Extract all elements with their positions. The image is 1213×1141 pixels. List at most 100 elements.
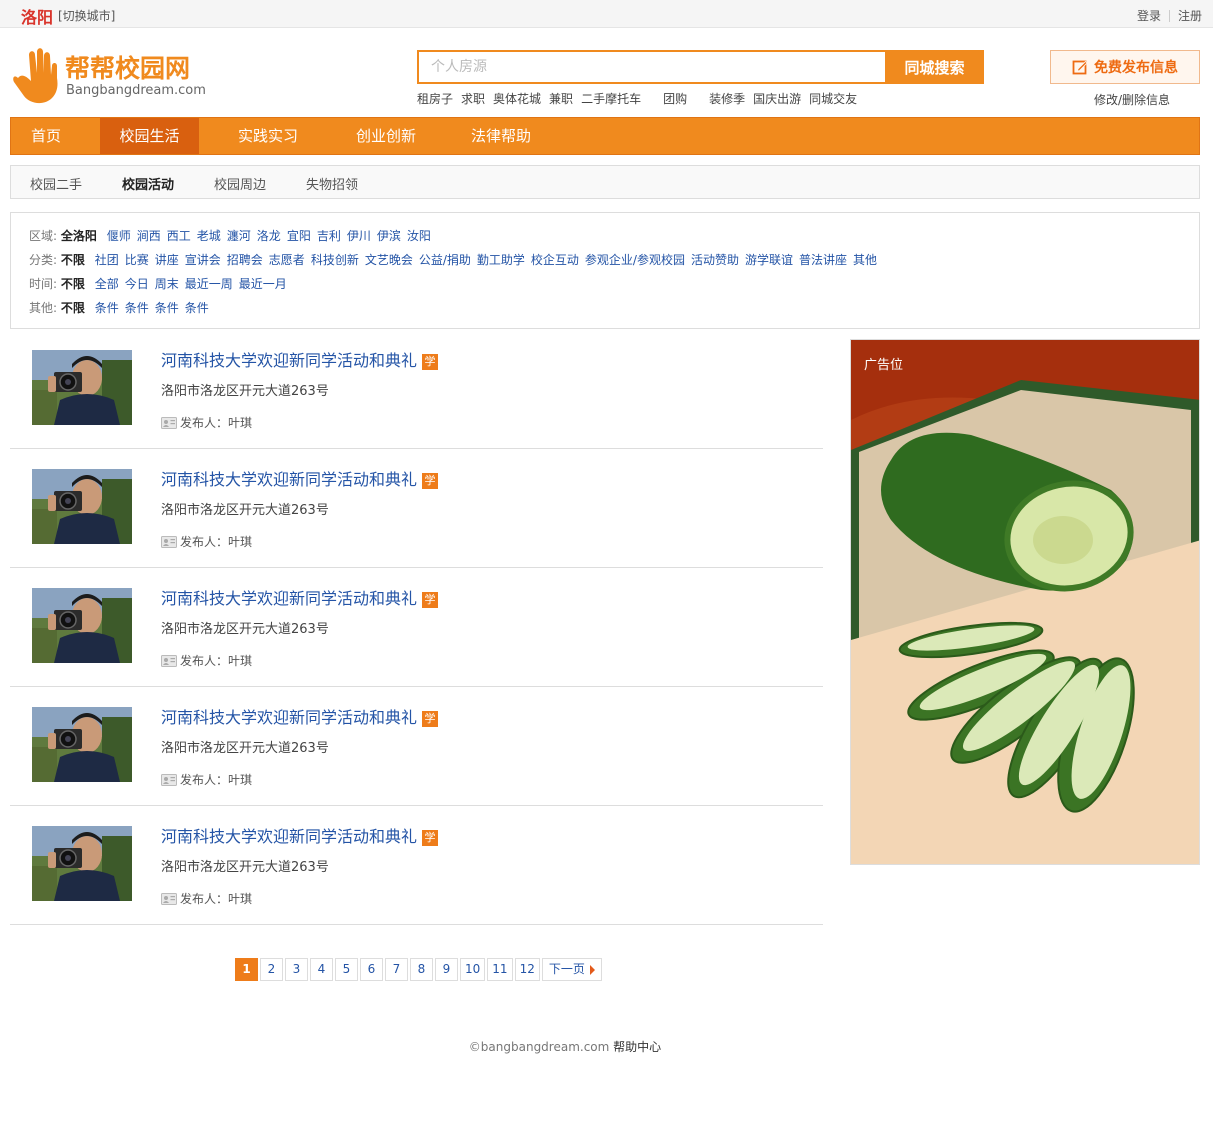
cucumber-ad-image: [851, 340, 1199, 864]
filter-option[interactable]: 伊滨: [377, 229, 401, 243]
filter-option[interactable]: 校企互动: [531, 253, 579, 267]
switch-city-link[interactable]: [切换城市]: [58, 7, 115, 24]
filter-option[interactable]: 参观企业/参观校园: [585, 253, 685, 267]
listing-title[interactable]: 河南科技大学欢迎新同学活动和典礼学: [161, 466, 439, 490]
publisher-name: 发布人：叶琪: [180, 416, 253, 430]
filter-option[interactable]: 最近一周: [185, 277, 233, 291]
page-link[interactable]: 9: [435, 958, 458, 981]
page-link[interactable]: 3: [285, 958, 308, 981]
hotword-link[interactable]: 团购: [663, 92, 687, 106]
listing-title[interactable]: 河南科技大学欢迎新同学活动和典礼学: [161, 823, 439, 847]
listing-thumbnail[interactable]: [32, 826, 132, 901]
filter-option[interactable]: 全部: [95, 277, 119, 291]
subnav-secondhand[interactable]: 校园二手: [30, 174, 82, 193]
page-link[interactable]: 10: [460, 958, 486, 981]
filter-option[interactable]: 偃师: [107, 229, 131, 243]
subnav-activities[interactable]: 校园活动: [122, 174, 174, 193]
nav-internship[interactable]: 实践实习: [219, 118, 317, 154]
filter-selected[interactable]: 全洛阳: [61, 229, 97, 243]
filter-option[interactable]: 吉利: [317, 229, 341, 243]
listing-address: 洛阳市洛龙区开元大道263号: [161, 503, 329, 518]
listing-thumbnail[interactable]: [32, 469, 132, 544]
site-logo[interactable]: 帮帮校园网 Bangbangdream.com: [10, 48, 210, 104]
filter-option[interactable]: 最近一月: [239, 277, 287, 291]
next-page-button[interactable]: 下一页: [541, 958, 602, 981]
filter-option[interactable]: 文艺晚会: [365, 253, 413, 267]
listing-title[interactable]: 河南科技大学欢迎新同学活动和典礼学: [161, 585, 439, 609]
search-input[interactable]: [417, 50, 886, 84]
filter-option[interactable]: 讲座: [155, 253, 179, 267]
nav-legal-help[interactable]: 法律帮助: [452, 118, 550, 154]
subnav-lost-found[interactable]: 失物招领: [306, 174, 358, 193]
hotword-link[interactable]: 兼职: [549, 92, 573, 106]
listing-thumbnail[interactable]: [32, 588, 132, 663]
page-link[interactable]: 4: [310, 958, 333, 981]
nav-home[interactable]: 首页: [11, 118, 81, 154]
publish-button[interactable]: 免费发布信息: [1050, 50, 1200, 84]
filter-option[interactable]: 活动赞助: [691, 253, 739, 267]
filter-option[interactable]: 条件: [125, 301, 149, 315]
filter-option[interactable]: 招聘会: [227, 253, 263, 267]
listing-title-text: 河南科技大学欢迎新同学活动和典礼: [161, 351, 418, 370]
page-link[interactable]: 2: [260, 958, 283, 981]
filter-option[interactable]: 老城: [197, 229, 221, 243]
filter-option[interactable]: 其他: [853, 253, 877, 267]
page-link[interactable]: 8: [410, 958, 433, 981]
sub-nav: 校园二手 校园活动 校园周边 失物招领: [10, 165, 1200, 199]
filter-label: 区域:: [29, 229, 58, 243]
modify-delete-link[interactable]: 修改/删除信息: [1094, 91, 1170, 108]
filter-option[interactable]: 西工: [167, 229, 191, 243]
subnav-surroundings[interactable]: 校园周边: [214, 174, 266, 193]
filter-option[interactable]: 洛龙: [257, 229, 281, 243]
page-link[interactable]: 6: [360, 958, 383, 981]
hotword-link[interactable]: 同城交友: [809, 92, 857, 106]
filter-option[interactable]: 比赛: [125, 253, 149, 267]
filter-option[interactable]: 志愿者: [269, 253, 305, 267]
nav-startup[interactable]: 创业创新: [337, 118, 435, 154]
listing-thumbnail[interactable]: [32, 350, 132, 425]
filter-option[interactable]: 伊川: [347, 229, 371, 243]
listing-title[interactable]: 河南科技大学欢迎新同学活动和典礼学: [161, 347, 439, 371]
filter-option[interactable]: 宜阳: [287, 229, 311, 243]
page-link[interactable]: 11: [487, 958, 513, 981]
help-center-link[interactable]: 帮助中心: [613, 1040, 661, 1054]
filter-option[interactable]: 科技创新: [311, 253, 359, 267]
filter-option[interactable]: 公益/捐助: [419, 253, 471, 267]
filter-selected[interactable]: 不限: [61, 301, 85, 315]
filter-option[interactable]: 条件: [155, 301, 179, 315]
listing-title[interactable]: 河南科技大学欢迎新同学活动和典礼学: [161, 704, 439, 728]
main-nav: 首页 校园生活 实践实习 创业创新 法律帮助: [10, 117, 1200, 155]
hotword-link[interactable]: 租房子: [417, 92, 453, 106]
login-link[interactable]: 登录: [1137, 7, 1161, 24]
page-link[interactable]: 7: [385, 958, 408, 981]
ad-banner[interactable]: 广告位: [850, 339, 1200, 865]
filter-option[interactable]: 瀍河: [227, 229, 251, 243]
filter-option[interactable]: 普法讲座: [799, 253, 847, 267]
filter-option[interactable]: 游学联谊: [745, 253, 793, 267]
filter-option[interactable]: 汝阳: [407, 229, 431, 243]
filter-option[interactable]: 社团: [95, 253, 119, 267]
hotword-link[interactable]: 国庆出游: [753, 92, 801, 106]
filter-option[interactable]: 宣讲会: [185, 253, 221, 267]
hotword-link[interactable]: 二手摩托车: [581, 92, 641, 106]
filter-selected[interactable]: 不限: [61, 253, 85, 267]
page-current[interactable]: 1: [235, 958, 258, 981]
filter-option[interactable]: 勤工助学: [477, 253, 525, 267]
person-photo-icon: [32, 826, 132, 901]
filter-selected[interactable]: 不限: [61, 277, 85, 291]
hotword-link[interactable]: 奥体花城: [493, 92, 541, 106]
register-link[interactable]: 注册: [1178, 7, 1202, 24]
page-link[interactable]: 5: [335, 958, 358, 981]
filter-option[interactable]: 周末: [155, 277, 179, 291]
listing-thumbnail[interactable]: [32, 707, 132, 782]
filter-option[interactable]: 条件: [95, 301, 119, 315]
hotword-link[interactable]: 求职: [461, 92, 485, 106]
listing-list: 河南科技大学欢迎新同学活动和典礼学 洛阳市洛龙区开元大道263号 发布人：叶琪: [10, 330, 823, 925]
filter-option[interactable]: 条件: [185, 301, 209, 315]
search-button[interactable]: 同城搜索: [885, 50, 984, 84]
filter-option[interactable]: 今日: [125, 277, 149, 291]
nav-campus-life[interactable]: 校园生活: [100, 118, 199, 154]
filter-option[interactable]: 涧西: [137, 229, 161, 243]
page-link[interactable]: 12: [514, 958, 540, 981]
hotword-link[interactable]: 装修季: [709, 92, 745, 106]
